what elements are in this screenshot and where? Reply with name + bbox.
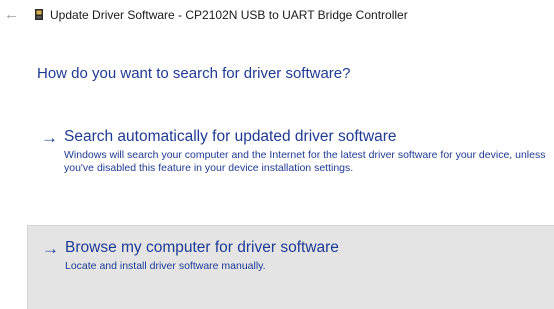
device-chip-icon	[35, 9, 43, 20]
option-title: Browse my computer for driver software	[65, 239, 339, 256]
arrow-right-icon: →	[42, 239, 59, 258]
page-heading: How do you want to search for driver sof…	[37, 65, 351, 82]
search-automatically-option[interactable]: → Search automatically for updated drive…	[27, 124, 554, 204]
back-arrow-icon[interactable]: ←	[4, 7, 19, 23]
browse-computer-option[interactable]: → Browse my computer for driver software…	[27, 225, 554, 309]
arrow-right-icon: →	[41, 128, 58, 147]
option-description: Locate and install driver software manua…	[65, 260, 266, 272]
option-title: Search automatically for updated driver …	[64, 128, 397, 145]
window-title: Update Driver Software - CP2102N USB to …	[50, 8, 408, 22]
option-description: Windows will search your computer and th…	[64, 149, 546, 174]
